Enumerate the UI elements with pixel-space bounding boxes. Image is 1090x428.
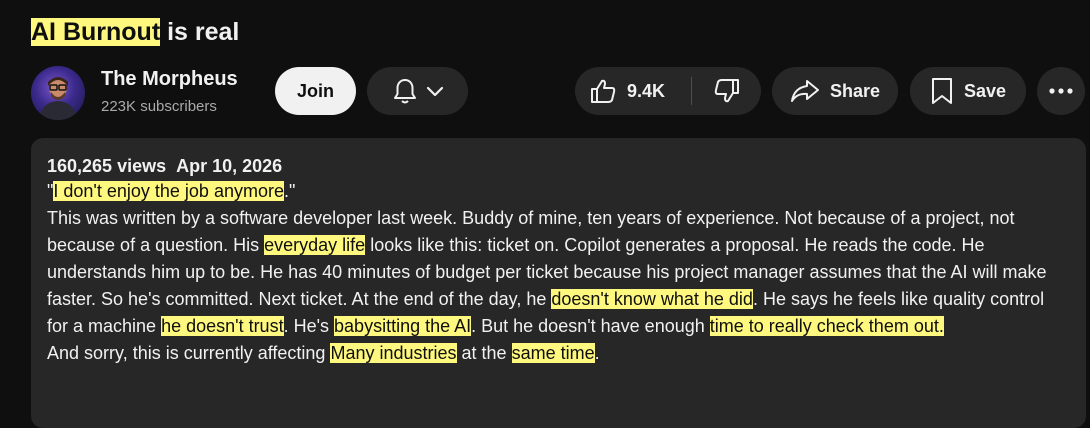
- text-segment: . But he doesn't have enough: [471, 316, 710, 336]
- title-rest: is real: [160, 18, 240, 46]
- like-count: 9.4K: [627, 80, 666, 101]
- notifications-button[interactable]: [367, 67, 468, 115]
- join-button[interactable]: Join: [275, 67, 356, 115]
- highlight-segment: Many industries: [330, 343, 457, 363]
- text-segment: . He's: [283, 316, 335, 336]
- bookmark-icon: [930, 77, 954, 105]
- save-button[interactable]: Save: [910, 67, 1026, 115]
- more-horizontal-icon: [1049, 88, 1073, 94]
- title-highlight: AI Burnout: [31, 18, 161, 46]
- share-label: Share: [829, 80, 881, 101]
- highlight-segment: I don't enjoy the job anymore: [53, 181, 284, 201]
- share-button[interactable]: Share: [772, 67, 898, 115]
- save-label: Save: [963, 80, 1007, 101]
- dislike-button[interactable]: [692, 67, 761, 115]
- text-segment: .: [594, 343, 600, 363]
- description-paragraph: This was written by a software developer…: [47, 205, 1070, 340]
- text-segment: And sorry, this is currently affecting: [47, 343, 331, 363]
- highlight-segment: time to really check them out.: [709, 316, 944, 336]
- share-arrow-icon: [790, 78, 820, 104]
- chevron-down-icon: [426, 85, 444, 97]
- description-line-1: "I don't enjoy the job anymore.": [47, 178, 1070, 205]
- more-actions-button[interactable]: [1037, 67, 1085, 115]
- highlight-segment: doesn't know what he did: [551, 289, 753, 309]
- like-dislike-group: 9.4K: [575, 67, 761, 115]
- upload-date: Apr 10, 2026: [176, 156, 283, 176]
- highlight-segment: same time: [511, 343, 595, 363]
- channel-name[interactable]: The Morpheus: [101, 66, 238, 92]
- thumbs-up-icon: [589, 77, 617, 105]
- avatar[interactable]: [31, 66, 85, 120]
- highlight-segment: everyday life: [264, 235, 366, 255]
- bell-icon: [392, 77, 418, 105]
- view-count: 160,265 views: [47, 156, 167, 176]
- thumbs-down-icon: [713, 77, 741, 105]
- text-segment: .": [283, 181, 296, 201]
- highlight-segment: he doesn't trust: [161, 316, 284, 336]
- video-meta: 160,265 views Apr 10, 2026: [47, 154, 1070, 178]
- highlight-segment: babysitting the AI: [334, 316, 472, 336]
- text-segment: at the: [456, 343, 512, 363]
- video-title: AI Burnout is real: [31, 14, 239, 50]
- description-line-3: And sorry, this is currently affecting M…: [47, 340, 1070, 367]
- subscriber-count: 223K subscribers: [101, 98, 217, 115]
- like-button[interactable]: 9.4K: [575, 67, 691, 115]
- description-box[interactable]: 160,265 views Apr 10, 2026 "I don't enjoy…: [31, 138, 1086, 428]
